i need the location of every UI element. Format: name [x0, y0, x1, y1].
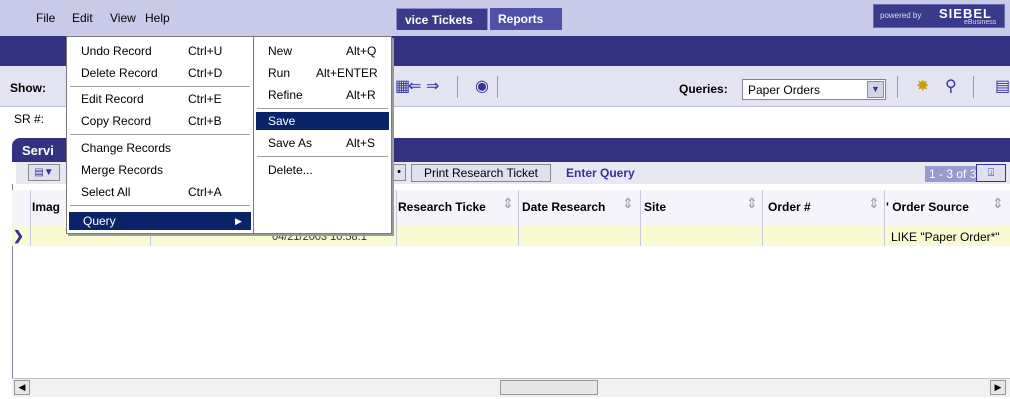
tab-reports[interactable]: Reports: [490, 8, 562, 30]
sort-icon[interactable]: ⇕: [868, 195, 880, 212]
menu-item-undo-record[interactable]: Undo Record Ctrl+U: [67, 42, 253, 60]
column-divider: [30, 190, 31, 246]
menu-item-label: Query: [83, 214, 116, 228]
toolbar-separator: [497, 76, 498, 98]
row-indicator-icon: ❯: [13, 228, 24, 243]
expand-icon[interactable]: ⍗: [976, 164, 1006, 182]
menu-item-shortcut: Ctrl+U: [188, 44, 223, 58]
menu-item-delete-record[interactable]: Delete Record Ctrl+D: [67, 64, 253, 82]
sort-icon[interactable]: ⇕: [622, 195, 634, 212]
menu-item-query[interactable]: Query ▶: [69, 212, 251, 230]
menu-item-select-all[interactable]: Select All Ctrl+A: [67, 183, 253, 201]
menu-item-label: Edit Record: [81, 92, 144, 106]
toolbar-separator: [973, 76, 974, 98]
sort-icon[interactable]: ⇕: [746, 195, 758, 212]
search-icon[interactable]: ⚲: [945, 76, 957, 96]
menu-edit[interactable]: Edit: [72, 11, 93, 25]
edit-menu: Undo Record Ctrl+U Delete Record Ctrl+D …: [66, 36, 254, 234]
menu-item-label: Change Records: [81, 141, 172, 155]
menu-item-shortcut: Ctrl+D: [188, 66, 223, 80]
sr-number-label: SR #:: [14, 112, 45, 126]
menu-item-label: Refine: [268, 88, 303, 102]
column-divider: [884, 190, 885, 246]
menu-item-shortcut: Ctrl+A: [188, 185, 222, 199]
scrollbar-thumb[interactable]: [500, 380, 598, 395]
menu-item-merge-records[interactable]: Merge Records: [67, 161, 253, 179]
menu-item-new[interactable]: New Alt+Q: [254, 42, 391, 60]
applet-menu-button[interactable]: ▤▼: [28, 164, 60, 181]
column-order-number[interactable]: Order #: [768, 200, 811, 214]
applet-title: Servi: [22, 143, 54, 158]
siebel-logo: powered by SIEBEL eBusiness: [873, 4, 1005, 28]
column-order-source[interactable]: ' Order Source: [886, 200, 969, 214]
logo-powered-by: powered by: [880, 11, 922, 20]
menu-item-edit-record[interactable]: Edit Record Ctrl+E: [67, 90, 253, 108]
column-divider: [396, 190, 397, 246]
chevron-down-icon[interactable]: ▼: [867, 81, 884, 98]
column-divider: [762, 190, 763, 246]
menu-item-label: Undo Record: [81, 44, 152, 58]
menu-item-shortcut: Ctrl+B: [188, 114, 222, 128]
menu-item-label: New: [268, 44, 293, 58]
scroll-right-icon[interactable]: ▶: [990, 380, 1006, 395]
menu-item-label: Delete Record: [81, 66, 158, 80]
show-label: Show:: [10, 81, 46, 95]
menu-item-label: Select All: [81, 185, 131, 199]
menu-view[interactable]: View: [110, 11, 136, 25]
queries-select-value: Paper Orders: [748, 83, 821, 97]
menu-separator: [70, 86, 250, 87]
query-wizard-icon[interactable]: ✸: [916, 76, 929, 96]
menu-help[interactable]: Help: [145, 11, 170, 25]
partial-button[interactable]: •: [392, 164, 406, 181]
menu-item-shortcut: Alt+ENTER: [316, 66, 378, 80]
menu-item-label: Save As: [268, 136, 313, 150]
menu-item-label: Merge Records: [81, 163, 164, 177]
menu-item-copy-record[interactable]: Copy Record Ctrl+B: [67, 112, 253, 130]
menu-item-change-records[interactable]: Change Records: [67, 139, 253, 157]
logo-sub: eBusiness: [964, 19, 997, 26]
toolbar-separator: [457, 76, 458, 98]
menu-item-run[interactable]: Run Alt+ENTER: [254, 64, 391, 82]
menu-separator: [70, 205, 250, 206]
tab-service-tickets[interactable]: vice Tickets: [396, 8, 488, 30]
column-image[interactable]: Imag: [32, 200, 60, 214]
menu-item-save-as[interactable]: Save As Alt+S: [254, 134, 391, 152]
sort-icon[interactable]: ⇕: [992, 195, 1004, 212]
queries-label: Queries:: [679, 82, 728, 96]
toolbar-separator: [897, 76, 898, 98]
back-arrow-icon[interactable]: ⇐: [408, 76, 421, 96]
menu-item-label: Run: [268, 66, 291, 80]
menu-item-shortcut: Alt+Q: [346, 44, 377, 58]
menu-item-delete[interactable]: Delete...: [254, 161, 391, 179]
column-site[interactable]: Site: [644, 200, 666, 214]
query-submenu: New Alt+Q Run Alt+ENTER Refine Alt+R Sav…: [253, 36, 392, 234]
menu-item-shortcut: Ctrl+E: [188, 92, 222, 106]
menu-separator: [257, 108, 388, 109]
sort-icon[interactable]: ⇕: [502, 195, 514, 212]
column-date-research[interactable]: Date Research: [522, 200, 605, 214]
menu-item-save[interactable]: Save: [256, 112, 389, 130]
cell-order-source[interactable]: LIKE "Paper Order*": [891, 230, 1000, 244]
menu-separator: [70, 134, 250, 135]
menu-item-label: Delete...: [268, 163, 313, 177]
column-research-ticket[interactable]: Research Ticke: [398, 200, 486, 214]
column-divider: [640, 190, 641, 246]
menu-item-label: Save: [268, 114, 296, 128]
forward-arrow-icon[interactable]: ⇒: [426, 76, 439, 96]
globe-icon[interactable]: ◉: [475, 76, 489, 96]
chevron-right-icon: ▶: [235, 216, 242, 226]
clipboard-icon[interactable]: ▤: [995, 76, 1010, 96]
print-research-ticket-button[interactable]: Print Research Ticket: [411, 164, 551, 182]
record-count: 1 - 3 of 3: [925, 166, 981, 182]
menu-separator: [257, 156, 388, 157]
menu-file[interactable]: File: [36, 11, 55, 25]
column-divider: [518, 190, 519, 246]
menu-item-shortcut: Alt+R: [346, 88, 376, 102]
menu-item-refine[interactable]: Refine Alt+R: [254, 86, 391, 104]
enter-query-label: Enter Query: [566, 166, 635, 180]
queries-select[interactable]: Paper Orders ▼: [742, 79, 886, 100]
scroll-left-icon[interactable]: ◀: [14, 380, 30, 395]
menu-item-label: Copy Record: [81, 114, 152, 128]
menu-item-shortcut: Alt+S: [346, 136, 376, 150]
